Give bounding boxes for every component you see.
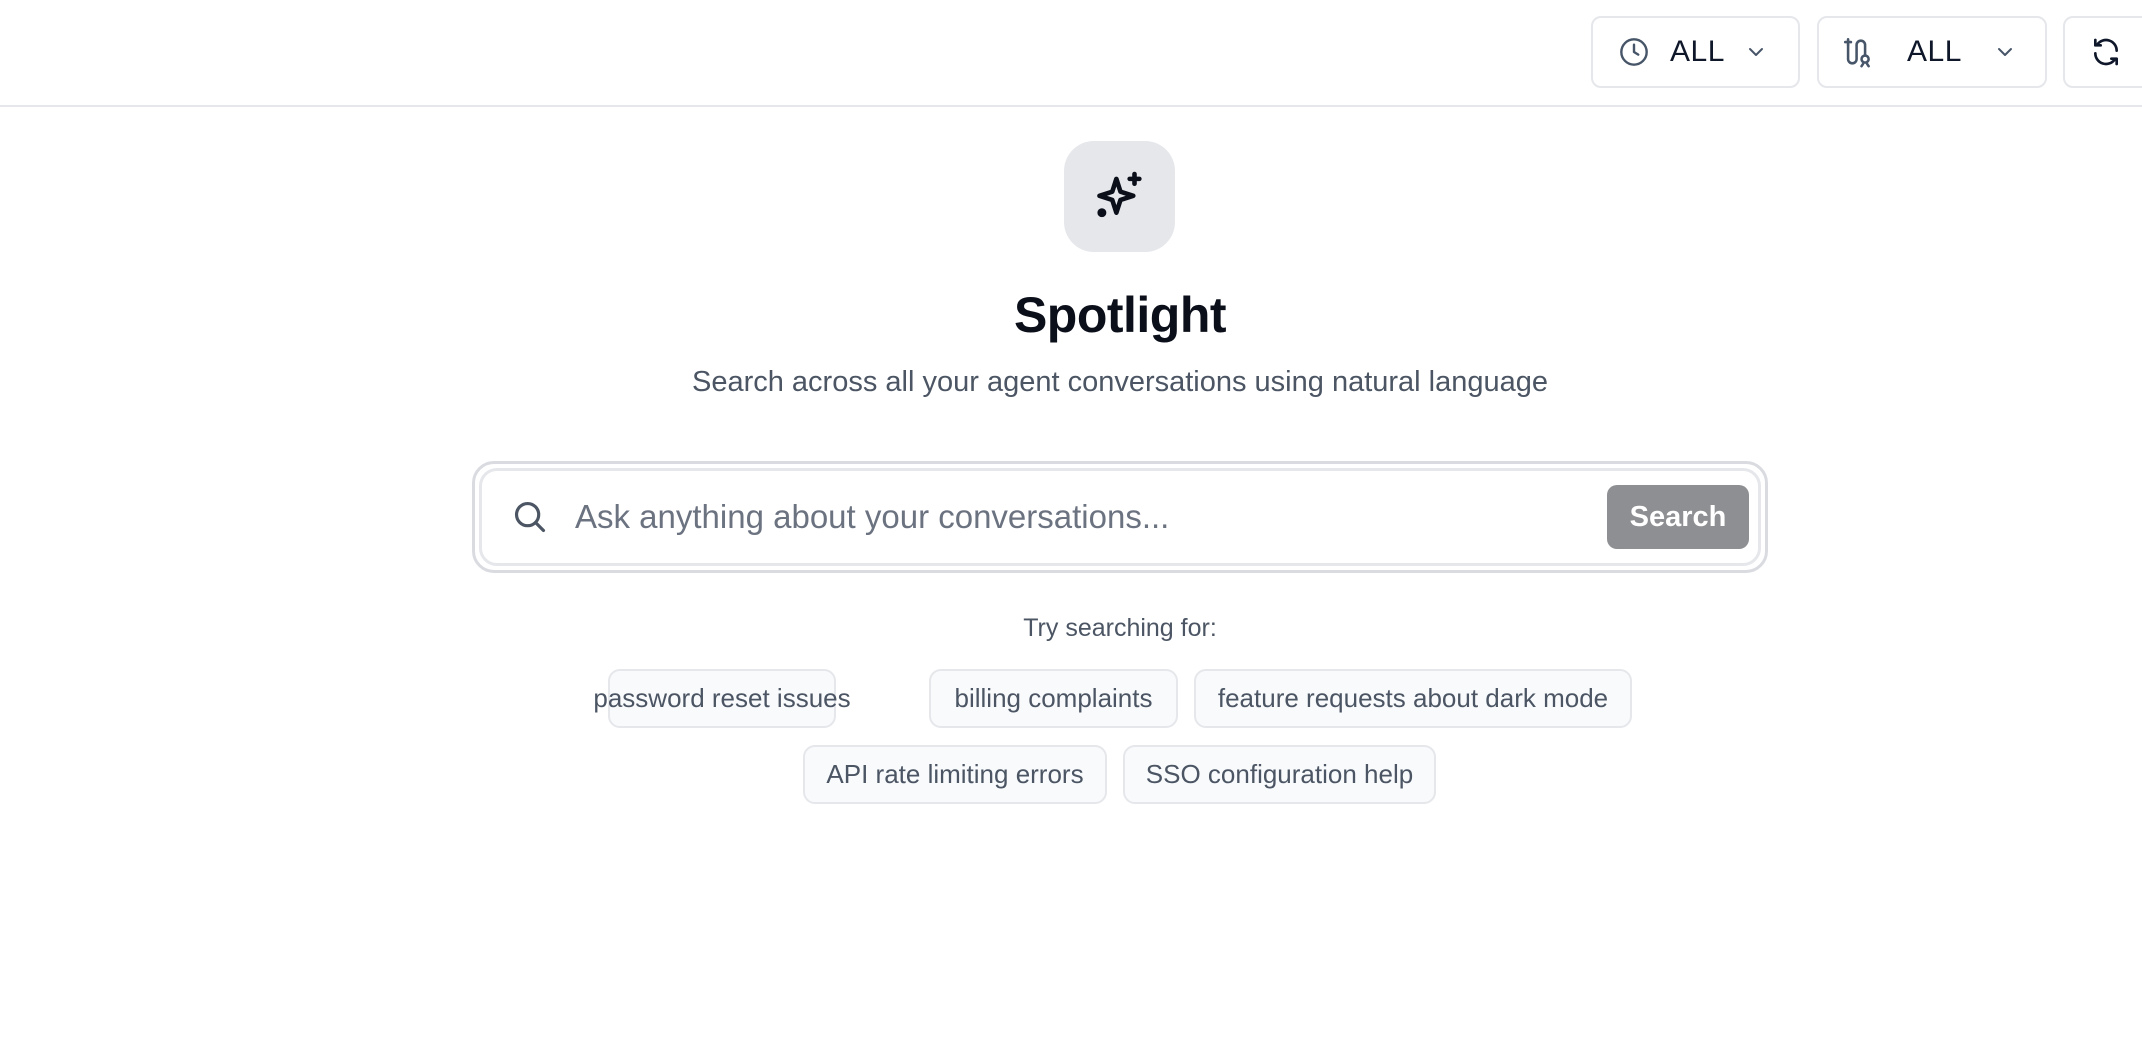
- time-range-filter[interactable]: ALL: [1591, 16, 1800, 88]
- search-button[interactable]: Search: [1607, 485, 1749, 549]
- chevron-down-icon: [1992, 39, 2018, 65]
- agent-route-icon: [1841, 35, 1875, 69]
- search-icon: [510, 497, 550, 537]
- suggestion-chip[interactable]: API rate limiting errors: [803, 745, 1107, 804]
- sparkles-icon: [1091, 168, 1149, 226]
- agent-filter[interactable]: ALL: [1817, 16, 2047, 88]
- refresh-button[interactable]: [2063, 16, 2142, 88]
- suggestions-label: Try searching for:: [1023, 614, 1217, 642]
- suggestion-chip[interactable]: password reset issues: [593, 669, 851, 728]
- refresh-icon: [2089, 35, 2123, 69]
- search-field-container: Search: [479, 468, 1761, 566]
- agent-filter-value: ALL: [1907, 35, 1962, 68]
- search-bar: Search: [472, 461, 1768, 573]
- top-bar: ALL ALL: [0, 0, 2142, 107]
- time-filter-value: ALL: [1670, 35, 1725, 68]
- page-title: Spotlight: [1013, 287, 1227, 343]
- clock-icon: [1617, 35, 1651, 69]
- suggestion-chip[interactable]: SSO configuration help: [1123, 745, 1436, 804]
- spotlight-badge: [1064, 141, 1175, 252]
- suggestion-chip[interactable]: billing complaints: [929, 669, 1178, 728]
- search-input[interactable]: [573, 486, 1607, 548]
- suggestion-chip[interactable]: feature requests about dark mode: [1194, 669, 1632, 728]
- page-subtitle: Search across all your agent conversatio…: [691, 366, 1549, 398]
- chevron-down-icon: [1743, 39, 1769, 65]
